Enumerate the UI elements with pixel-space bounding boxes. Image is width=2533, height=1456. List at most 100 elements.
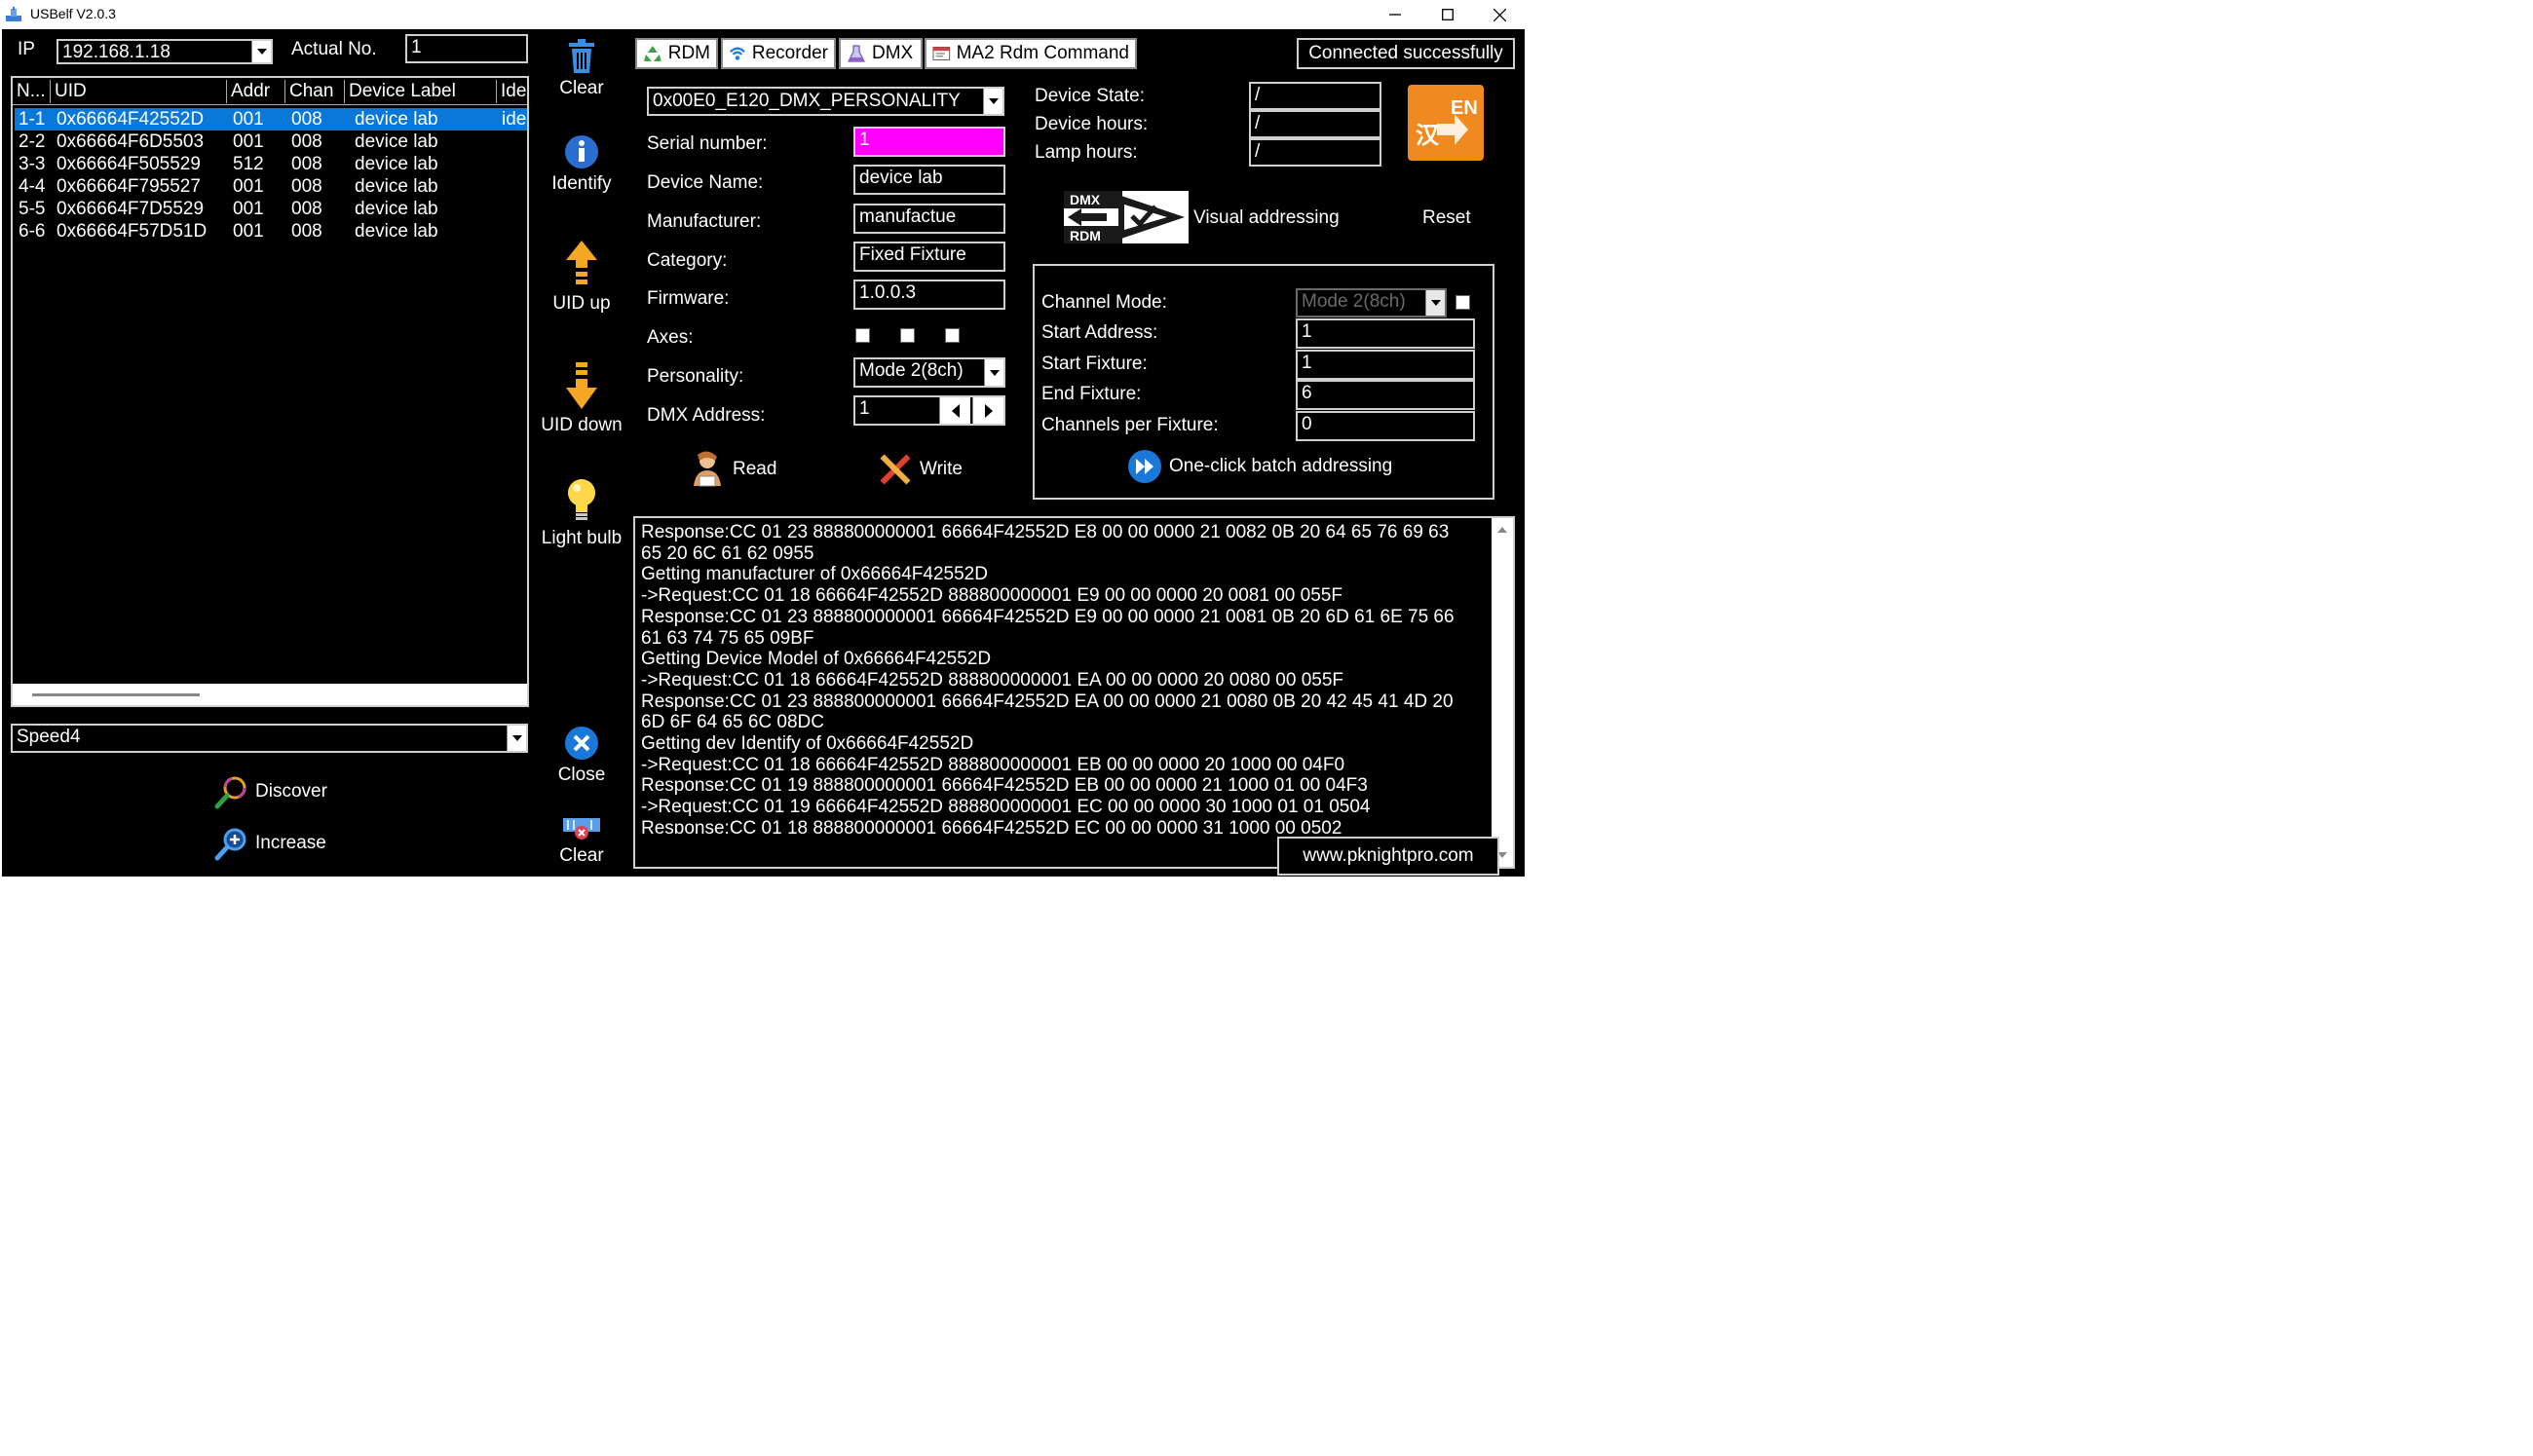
visual-addressing-label[interactable]: Visual addressing	[1193, 207, 1340, 229]
column-header-addr[interactable]: Addr	[227, 80, 285, 103]
firmware-field[interactable]: 1.0.0.3	[853, 280, 1005, 310]
axes-label: Axes:	[647, 327, 694, 348]
tab-label: MA2 Rdm Command	[956, 43, 1129, 63]
discover-button[interactable]: Discover	[214, 774, 327, 809]
horizontal-scrollbar[interactable]	[13, 684, 527, 705]
scrollbar-thumb[interactable]	[32, 693, 200, 696]
channels-per-fixture-field[interactable]: 0	[1296, 411, 1475, 441]
tab-recorder[interactable]: Recorder	[721, 38, 836, 69]
speed-select[interactable]: Speed4	[11, 724, 528, 753]
chevron-down-icon[interactable]	[251, 41, 271, 62]
cell-n: 1-1	[19, 109, 46, 130]
table-row[interactable]: 1-1 0x66664F42552D 001 008 device lab id…	[15, 108, 527, 131]
visual-addressing-button[interactable]: DMX RDM	[1064, 191, 1189, 243]
cell-label: device lab	[355, 109, 438, 130]
axis-z-checkbox[interactable]	[945, 328, 960, 343]
table-row[interactable]: 6-6 0x66664F57D51D 001 008 device lab	[15, 220, 527, 243]
device-name-field[interactable]: device lab	[853, 165, 1005, 195]
column-header-device-label[interactable]: Device Label	[345, 80, 497, 103]
lang-zh-text: 汉	[1416, 122, 1440, 149]
logo-dmx-text: DMX	[1070, 192, 1101, 207]
serial-number-field[interactable]: 1	[853, 127, 1005, 157]
column-header-uid[interactable]: UID	[51, 80, 227, 103]
close-label: Close	[557, 765, 606, 785]
pid-select[interactable]: 0x00E0_E120_DMX_PERSONALITY	[647, 87, 1004, 116]
read-button[interactable]: Read	[690, 451, 776, 488]
website-link[interactable]: www.pknightpro.com	[1277, 837, 1499, 876]
axis-x-checkbox[interactable]	[855, 328, 870, 343]
column-header-chan[interactable]: Chan	[285, 80, 345, 103]
log-line: 65 20 6C 61 62 0955	[641, 542, 814, 564]
log-line: Response:CC 01 23 888800000001 66664F425…	[641, 691, 1454, 712]
language-switch-button[interactable]: EN 汉	[1408, 85, 1484, 161]
channels-per-fixture-label: Channels per Fixture:	[1041, 415, 1219, 435]
firmware-label: Firmware:	[647, 288, 730, 309]
uid-down-button[interactable]: UID down	[533, 360, 630, 436]
increment-button[interactable]	[972, 397, 1003, 424]
fast-forward-icon	[1128, 450, 1161, 483]
start-address-field[interactable]: 1	[1296, 318, 1475, 349]
personality-select[interactable]: Mode 2(8ch)	[853, 357, 1005, 388]
cell-label: device lab	[355, 176, 438, 197]
channel-mode-select[interactable]: Mode 2(8ch)	[1296, 288, 1447, 317]
chevron-down-icon[interactable]	[1425, 290, 1445, 316]
write-label: Write	[920, 459, 963, 479]
category-field[interactable]: Fixed Fixture	[853, 242, 1005, 272]
table-row[interactable]: 4-4 0x66664F795527 001 008 device lab	[15, 175, 527, 198]
log-line: 61 63 74 75 65 09BF	[641, 627, 814, 649]
cell-chan: 008	[291, 109, 322, 130]
window-title: USBelf V2.0.3	[30, 6, 116, 21]
ip-select-value: 192.168.1.18	[62, 42, 170, 62]
cell-chan: 008	[291, 199, 322, 219]
tab-ma2-rdm-command[interactable]: MA2 Rdm Command	[925, 38, 1137, 69]
vertical-scrollbar[interactable]	[1492, 518, 1513, 867]
dmx-address-label: DMX Address:	[647, 405, 766, 426]
minimize-button[interactable]	[1368, 0, 1421, 29]
window-icon	[932, 47, 951, 60]
close-button[interactable]: Close	[533, 726, 630, 786]
pencil-ruler-icon	[880, 454, 911, 485]
connection-status: Connected successfully	[1297, 38, 1515, 69]
increase-button[interactable]: Increase	[214, 826, 326, 861]
light-bulb-button[interactable]: Light bulb	[533, 477, 630, 549]
chevron-down-icon[interactable]	[983, 89, 1002, 114]
cell-n: 5-5	[19, 199, 46, 219]
identify-button[interactable]: Identify	[533, 134, 630, 195]
dmx-rdm-logo-icon: DMX RDM	[1064, 191, 1189, 243]
write-button[interactable]: Write	[877, 451, 963, 488]
end-fixture-field[interactable]: 6	[1296, 380, 1475, 410]
chevron-down-icon[interactable]	[507, 726, 526, 751]
clear-log-button[interactable]: Clear	[533, 814, 630, 867]
close-window-button[interactable]	[1473, 0, 1527, 29]
tab-dmx[interactable]: DMX	[839, 38, 923, 69]
batch-addressing-button[interactable]: One-click batch addressing	[1127, 449, 1392, 484]
channel-mode-checkbox[interactable]	[1456, 295, 1470, 310]
cell-uid: 0x66664F7D5529	[57, 199, 205, 219]
table-row[interactable]: 2-2 0x66664F6D5503 001 008 device lab	[15, 131, 527, 153]
dmx-address-stepper[interactable]: 1	[853, 395, 1005, 426]
clear-button[interactable]: Clear	[533, 39, 630, 99]
reset-button[interactable]: Reset	[1422, 207, 1471, 229]
column-header-ide[interactable]: Ide	[497, 80, 529, 103]
ip-select[interactable]: 192.168.1.18	[57, 39, 273, 64]
cell-n: 4-4	[19, 176, 46, 197]
scroll-up-icon[interactable]	[1492, 520, 1513, 540]
table-row[interactable]: 5-5 0x66664F7D5529 001 008 device lab	[15, 198, 527, 220]
device-table[interactable]: N... UID Addr Chan Device Label Ide 1-1 …	[11, 76, 529, 707]
column-header-n[interactable]: N...	[13, 80, 51, 103]
chevron-down-icon[interactable]	[984, 359, 1003, 386]
uid-up-button[interactable]: UID up	[533, 239, 630, 315]
tab-rdm[interactable]: RDM	[635, 38, 718, 69]
personality-label: Personality:	[647, 366, 744, 387]
discover-label: Discover	[255, 781, 327, 802]
trash-icon	[569, 39, 594, 73]
actual-no-input[interactable]: 1	[405, 34, 528, 63]
axis-y-checkbox[interactable]	[900, 328, 915, 343]
cell-uid: 0x66664F795527	[57, 176, 201, 197]
log-panel[interactable]: Response:CC 01 23 888800000001 66664F425…	[633, 516, 1515, 869]
table-row[interactable]: 3-3 0x66664F505529 512 008 device lab	[15, 153, 527, 175]
start-fixture-field[interactable]: 1	[1296, 350, 1475, 380]
decrement-button[interactable]	[939, 397, 970, 424]
manufacturer-field[interactable]: manufactue	[853, 204, 1005, 234]
maximize-button[interactable]	[1420, 0, 1474, 29]
